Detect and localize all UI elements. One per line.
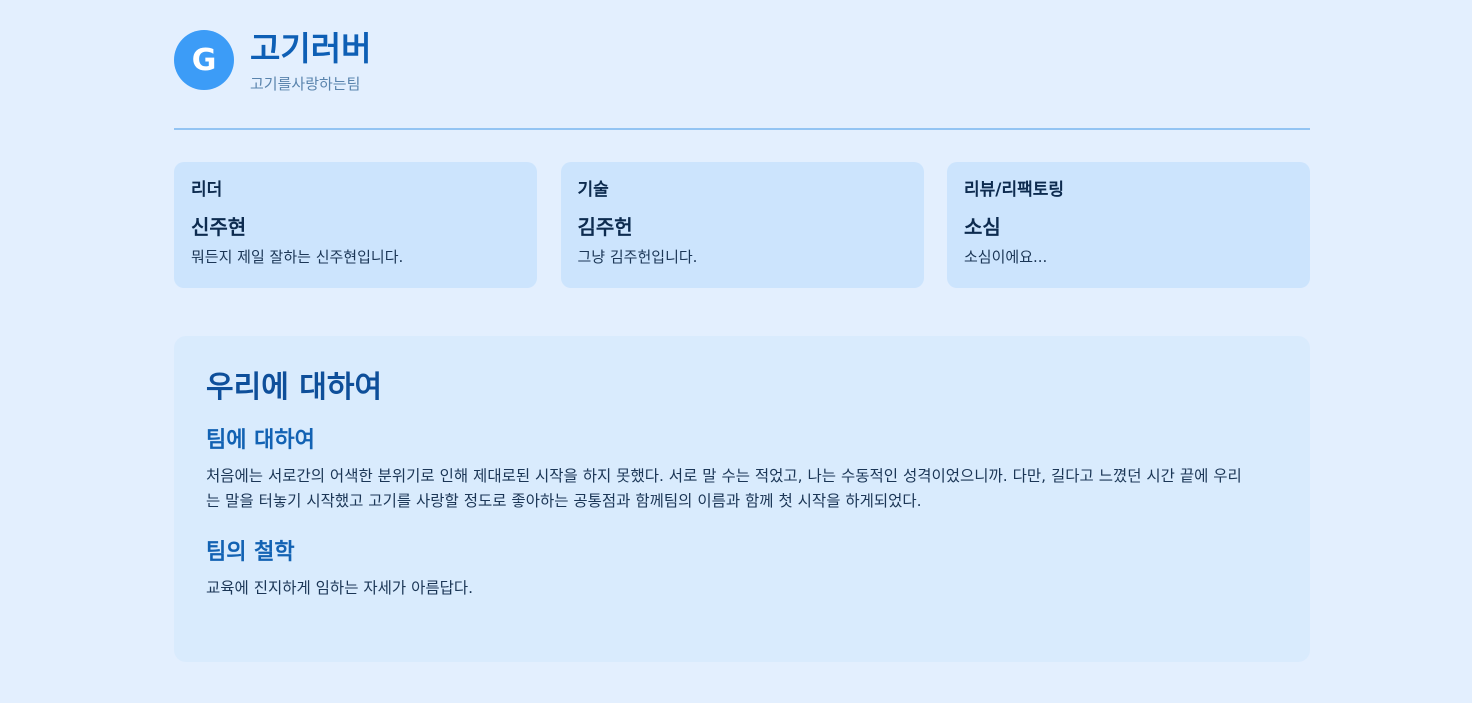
about-team-heading: 팀에 대하여 (206, 428, 315, 453)
about-title: 우리에 대하여 (206, 370, 383, 405)
member-name: 김주헌 (577, 215, 633, 239)
team-header: G 고기러버 고기를사랑하는팀 (174, 0, 1310, 130)
logo-letter: G (191, 42, 217, 78)
member-description: 그냥 김주헌입니다. (577, 248, 698, 266)
member-role: 기술 (577, 180, 609, 200)
philosophy-heading: 팀의 철학 (206, 540, 295, 565)
member-role: 리더 (191, 180, 223, 200)
team-name: 고기러버 (250, 28, 372, 68)
team-logo: G (174, 30, 234, 90)
member-card-review: 리뷰/리팩토링 소심 소심이에요... (947, 162, 1310, 288)
member-name: 소심 (964, 215, 1001, 239)
member-name: 신주현 (191, 215, 247, 239)
about-section: 우리에 대하여 팀에 대하여 처음에는 서로간의 어색한 분위기로 인해 제대로… (174, 336, 1310, 662)
member-card-leader: 리더 신주현 뭐든지 제일 잘하는 신주현입니다. (174, 162, 537, 288)
member-description: 뭐든지 제일 잘하는 신주현입니다. (191, 248, 404, 266)
team-tagline: 고기를사랑하는팀 (250, 74, 361, 93)
member-cards: 리더 신주현 뭐든지 제일 잘하는 신주현입니다. 기술 김주헌 그냥 김주헌입… (174, 162, 1310, 288)
team-titles: 고기러버 고기를사랑하는팀 (250, 29, 371, 94)
member-card-tech: 기술 김주헌 그냥 김주헌입니다. (560, 162, 924, 288)
member-description: 소심이에요... (964, 248, 1048, 266)
philosophy-body: 교육에 진지하게 임하는 자세가 아름답다. (206, 579, 474, 597)
member-role: 리뷰/리팩토링 (964, 180, 1065, 200)
about-team-body: 처음에는 서로간의 어색한 분위기로 인해 제대로된 시작을 하지 못했다. 서… (206, 467, 1242, 510)
page-container: G 고기러버 고기를사랑하는팀 리더 신주현 뭐든지 제일 잘하는 신주현입니다… (174, 0, 1310, 662)
